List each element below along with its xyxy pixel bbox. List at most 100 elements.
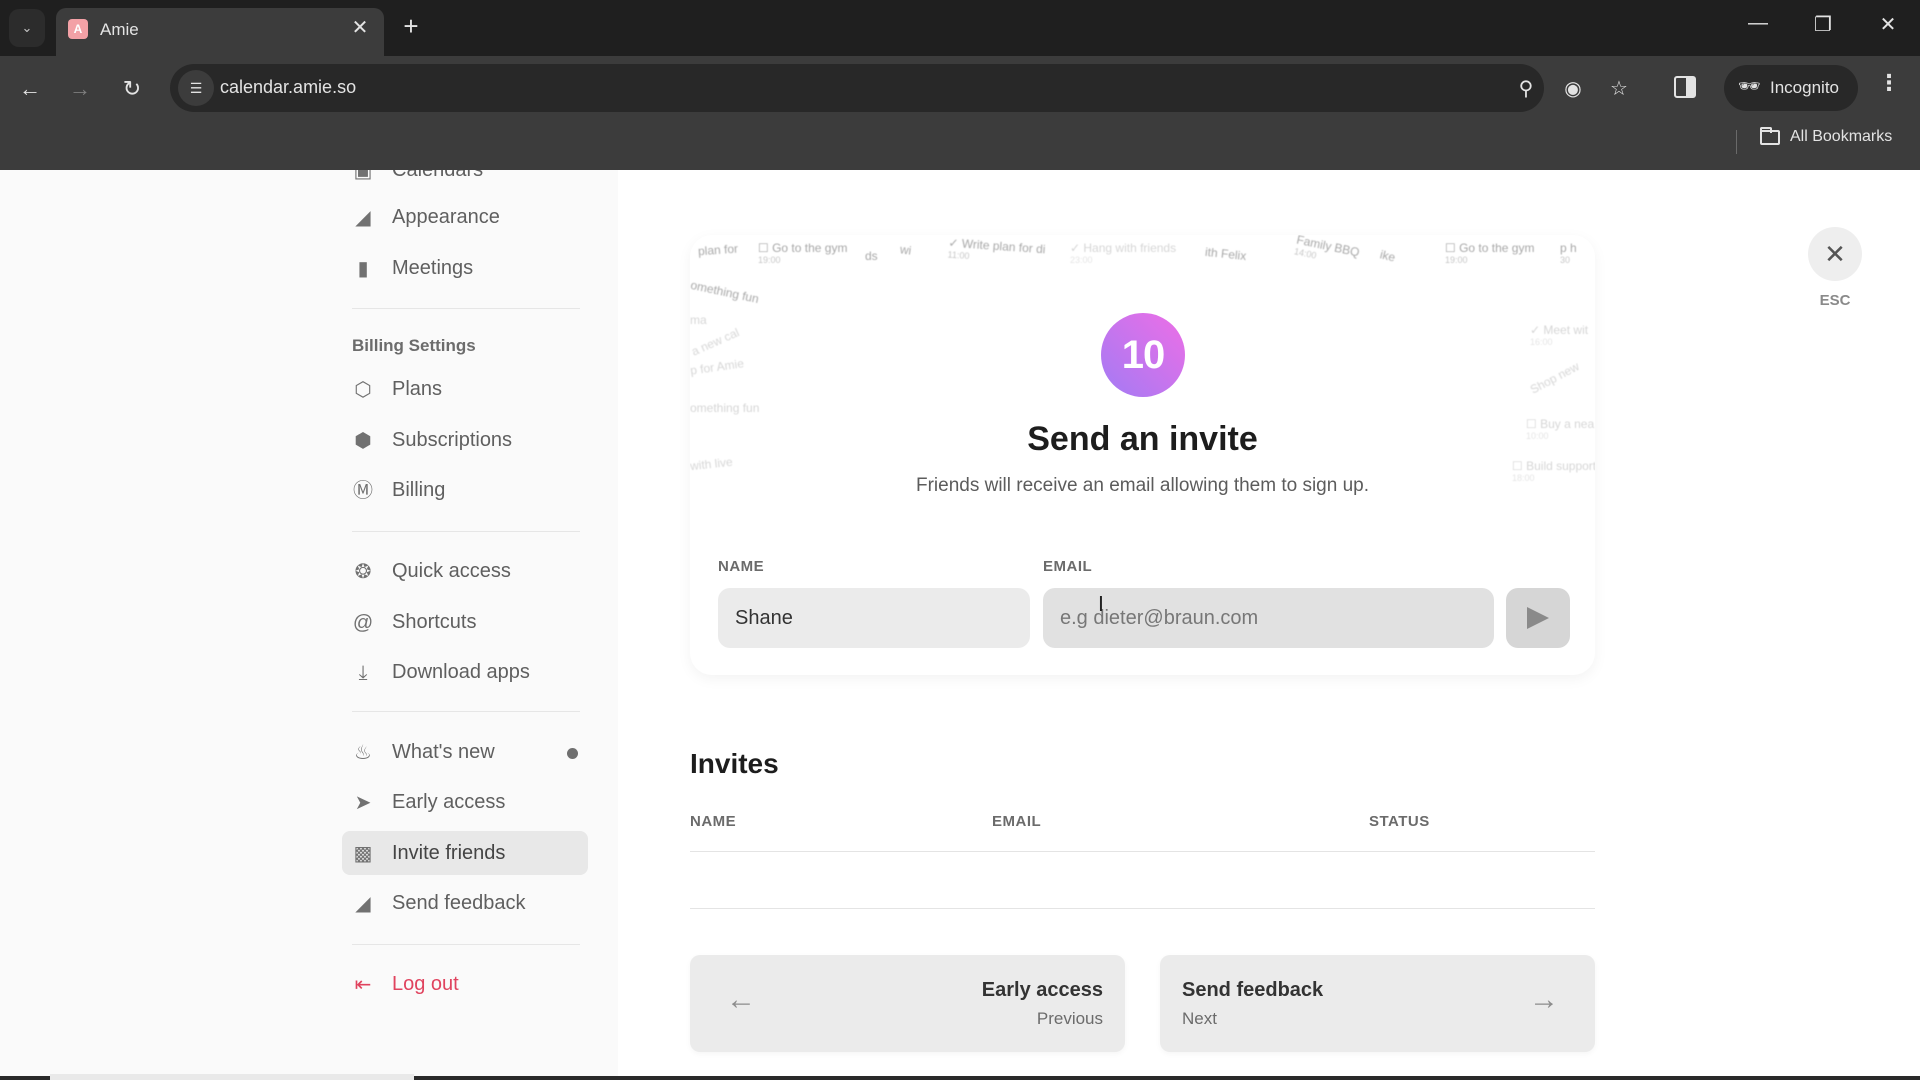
close-icon: ✕	[351, 17, 369, 39]
decorative-todo: ✓ Hang with friends 23:00	[1070, 241, 1177, 265]
decorative-todo: ds	[865, 249, 878, 263]
at-sign-icon: @	[352, 612, 374, 634]
name-input[interactable]	[718, 588, 1030, 648]
sidebar-item-billing[interactable]: Ⓜ Billing	[342, 468, 588, 512]
send-invite-button[interactable]	[1506, 588, 1570, 648]
remaining-invites-badge: 10	[1101, 313, 1185, 397]
sidebar-item-label: Plans	[392, 378, 443, 400]
sidebar-item-send-feedback[interactable]: ◢ Send feedback	[342, 881, 588, 925]
text-cursor-icon: Ⅰ	[1098, 594, 1104, 616]
sidebar-item-label: Send feedback	[392, 892, 526, 914]
all-bookmarks-button[interactable]: All Bookmarks	[1760, 126, 1892, 146]
email-input[interactable]	[1043, 588, 1494, 648]
sidebar-divider	[352, 711, 580, 712]
decorative-todo: plan for	[697, 241, 739, 259]
sidebar-item-meetings[interactable]: ▮ Meetings	[342, 246, 588, 290]
close-window-button[interactable]: ✕	[1868, 12, 1908, 37]
settings-page: ▣ Calendars ◢ Appearance ▮ Meetings Bill…	[0, 170, 1920, 1076]
restore-button[interactable]: ❐	[1803, 12, 1843, 37]
sidebar-item-subscriptions[interactable]: ⬢ Subscriptions	[342, 418, 588, 462]
sidebar-item-plans[interactable]: ⬡ Plans	[342, 367, 588, 411]
sidebar-item-invite-friends[interactable]: ▩ Invite friends	[342, 831, 588, 875]
decorative-todo: Family BBQ 14:00	[1293, 235, 1361, 261]
reload-button[interactable]: ↻	[115, 72, 149, 106]
previous-caption: Previous	[1036, 1009, 1103, 1028]
rocket-icon: ➤	[354, 792, 372, 814]
sidebar-item-shortcuts[interactable]: @ Shortcuts	[342, 600, 588, 644]
close-tab-button[interactable]: ✕	[348, 16, 372, 40]
plus-icon: +	[403, 11, 419, 41]
sidebar-divider	[352, 944, 580, 945]
browser-menu-button[interactable]: ⋮	[1876, 70, 1902, 96]
sidebar-item-download-apps[interactable]: ⤓ Download apps	[342, 650, 588, 694]
sidebar-divider	[352, 308, 580, 309]
tab-list-button[interactable]: ⌄	[9, 9, 45, 47]
send-invite-card: plan for ☐ Go to the gym 19:00 ds wi ✓ Wr…	[690, 235, 1595, 675]
sidebar-divider	[352, 531, 580, 532]
restore-icon: ❐	[1814, 14, 1832, 36]
next-caption: Next	[1182, 1009, 1217, 1028]
logout-label: Log out	[392, 973, 459, 995]
sidebar-item-appearance[interactable]: ◢ Appearance	[342, 195, 588, 239]
url-text[interactable]: calendar.amie.so	[220, 77, 356, 98]
card-subtitle: Friends will receive an email allowing t…	[915, 475, 1370, 496]
tab-title: Amie	[100, 20, 139, 39]
download-icon: ⤓	[358, 662, 368, 684]
close-settings-button[interactable]: ✕	[1808, 227, 1862, 281]
sidebar-item-label: Subscriptions	[392, 429, 513, 451]
decorative-todo: omething fun	[690, 277, 761, 307]
minimize-icon: —	[1748, 12, 1768, 34]
hexagon-icon: ⬡	[354, 379, 372, 401]
sidebar-item-early-access[interactable]: ➤ Early access	[342, 780, 588, 824]
minimize-button[interactable]: —	[1738, 12, 1778, 35]
back-button[interactable]: ←	[13, 72, 47, 106]
previous-page-card[interactable]: ← Early access Previous	[690, 955, 1125, 1052]
eye-off-icon[interactable]: ◉	[1560, 76, 1586, 101]
esc-hint: ESC	[1819, 292, 1851, 309]
horizontal-scrollbar-thumb[interactable]	[50, 1074, 414, 1080]
sidebar-item-label: Early access	[392, 791, 506, 813]
decorative-todo: ☐ Go to the gym 19:00	[758, 241, 848, 265]
next-page-title: Send feedback	[1182, 979, 1324, 1001]
sidebar-item-label: Calendars	[392, 170, 484, 181]
aperture-icon: ❂	[354, 561, 372, 583]
decorative-todo: p h 30	[1560, 241, 1577, 265]
unread-dot	[567, 748, 578, 759]
next-page-card[interactable]: Send feedback Next →	[1160, 955, 1595, 1052]
sidebar-item-label: Meetings	[392, 257, 474, 279]
sidebar-item-label: Billing	[392, 479, 446, 501]
name-field-label: NAME	[718, 558, 765, 575]
star-icon[interactable]: ☆	[1606, 76, 1632, 101]
arrow-left-icon: ←	[19, 76, 41, 101]
incognito-label: Incognito	[1770, 78, 1839, 97]
decorative-todo: p for Amie	[690, 356, 745, 378]
site-info-button[interactable]: ☰	[178, 70, 214, 106]
sidebar-item-whats-new[interactable]: ♨ What's new	[342, 730, 588, 774]
new-tab-button[interactable]: +	[396, 12, 426, 42]
arrow-left-icon: ←	[726, 983, 756, 1016]
kebab-menu-icon: ⋮	[1878, 70, 1900, 95]
video-camera-icon: ▮	[357, 258, 369, 280]
previous-page-title: Early access	[981, 979, 1103, 1001]
forward-button[interactable]: →	[63, 72, 97, 106]
logout-button[interactable]: ⇤ Log out	[342, 962, 588, 1006]
address-bar[interactable]: ☰ calendar.amie.so ⚲ ◉ ☆	[170, 64, 1628, 112]
reload-icon: ↻	[122, 76, 142, 101]
browser-tab[interactable]: A Amie ✕	[56, 8, 384, 56]
location-pin-icon[interactable]: ⚲	[1513, 76, 1539, 101]
decorative-todo: Shop new	[1527, 359, 1582, 397]
invites-heading: Invites	[690, 748, 779, 779]
incognito-indicator[interactable]: 🕶 Incognito	[1724, 65, 1858, 111]
palette-icon: ◢	[355, 207, 371, 229]
sidebar-item-calendars[interactable]: ▣ Calendars	[342, 170, 588, 192]
arrow-right-icon: →	[69, 76, 91, 101]
card-title: Send an invite	[1027, 420, 1258, 458]
sidebar-item-label: Download apps	[392, 661, 530, 683]
sidebar-item-label: Shortcuts	[392, 611, 477, 633]
side-panel-icon[interactable]	[1674, 76, 1696, 98]
sidebar-item-quick-access[interactable]: ❂ Quick access	[342, 549, 588, 593]
decorative-todo: ma	[690, 313, 707, 327]
decorative-todo: ith Felix	[1204, 244, 1247, 264]
folder-icon	[1760, 126, 1780, 145]
close-icon: ✕	[1824, 238, 1846, 269]
